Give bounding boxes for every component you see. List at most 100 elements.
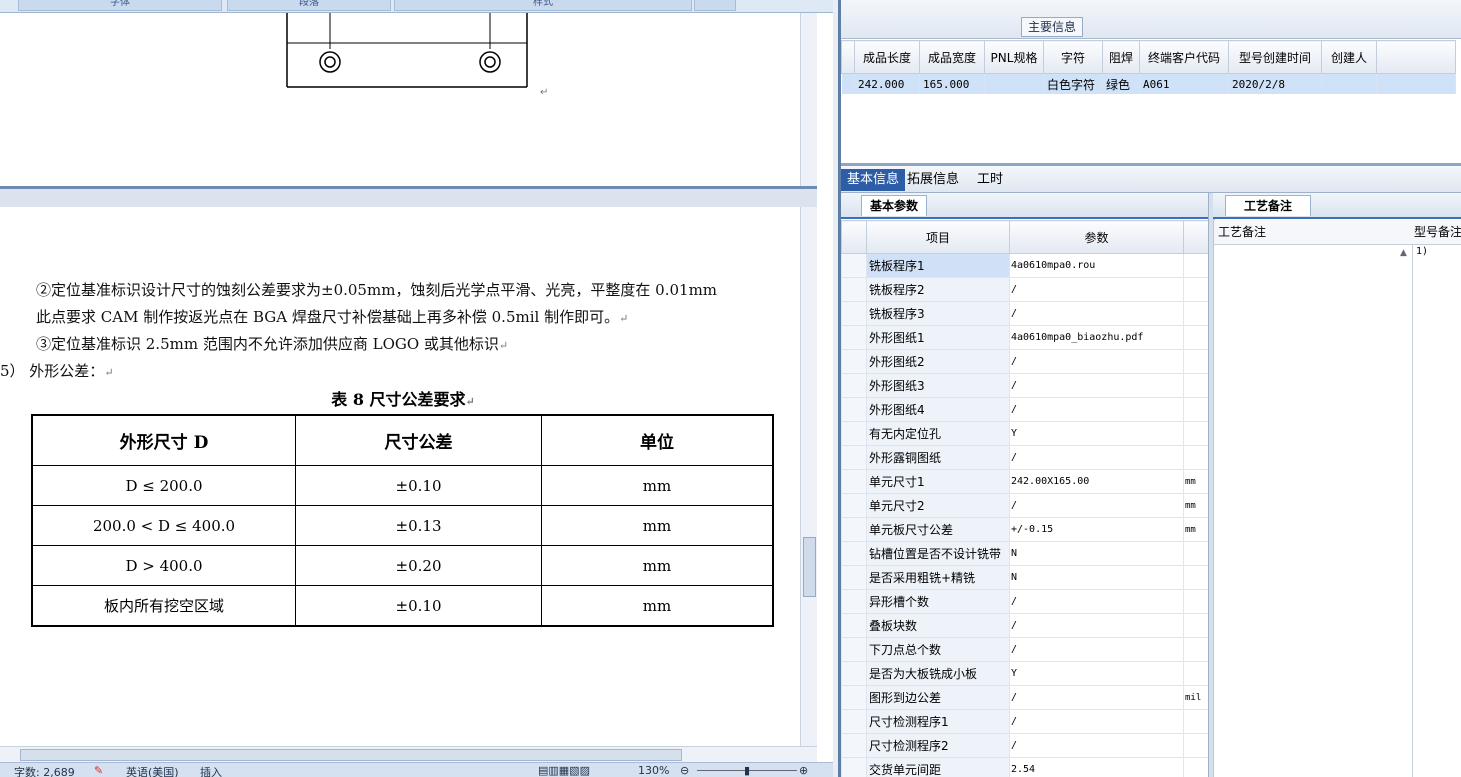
- zoom-level[interactable]: 130%: [638, 764, 669, 777]
- zoom-in-icon[interactable]: ⊕: [799, 764, 808, 777]
- param-row[interactable]: 外形露铜图纸 /: [841, 445, 1211, 470]
- cell-soldermask[interactable]: 绿色: [1102, 73, 1140, 94]
- param-row[interactable]: 铣板程序2/: [841, 277, 1211, 302]
- param-row[interactable]: 单元尺寸2/mm: [841, 493, 1211, 518]
- cell-create-time[interactable]: 2020/2/8: [1228, 73, 1322, 94]
- grid-row-selected[interactable]: 242.000 165.000 白色字符 绿色 A061 2020/2/8: [841, 73, 1456, 94]
- param-value[interactable]: /: [1009, 733, 1184, 758]
- proc-col-model-notes[interactable]: 型号备注: [1414, 220, 1461, 245]
- row-header[interactable]: [841, 325, 867, 350]
- row-header[interactable]: [841, 757, 867, 777]
- param-row[interactable]: 图形到边公差 / mil: [841, 685, 1211, 710]
- vertical-scrollbar-bottom[interactable]: [800, 207, 817, 746]
- view-buttons-icon[interactable]: ▤▥▦▧▨: [538, 764, 590, 777]
- row-header[interactable]: [841, 709, 867, 734]
- row-header[interactable]: [841, 277, 867, 302]
- param-row[interactable]: 下刀点总个数 /: [841, 637, 1211, 662]
- process-notes-tab[interactable]: 工艺备注: [1225, 195, 1312, 216]
- param-row[interactable]: 铣板程序3/: [841, 301, 1211, 326]
- row-header[interactable]: [841, 565, 867, 590]
- row-header[interactable]: [841, 397, 867, 422]
- col-width[interactable]: 成品宽度: [919, 40, 985, 74]
- cell-customer-code[interactable]: A061: [1139, 73, 1229, 94]
- param-row[interactable]: 尺寸检测程序2/: [841, 733, 1211, 758]
- param-row[interactable]: 外形图纸4/: [841, 397, 1211, 422]
- row-header[interactable]: [841, 733, 867, 758]
- param-value[interactable]: /: [1009, 301, 1184, 326]
- param-row[interactable]: 交货单元间距 2.54: [841, 757, 1211, 777]
- document-pane-top[interactable]: ↵: [0, 13, 817, 186]
- row-header[interactable]: [841, 445, 867, 470]
- param-value[interactable]: N: [1009, 541, 1184, 566]
- col-soldermask[interactable]: 阻焊: [1102, 40, 1140, 74]
- cell-creator[interactable]: [1321, 73, 1377, 94]
- param-value[interactable]: N: [1009, 565, 1184, 590]
- proc-value[interactable]: 1): [1416, 246, 1428, 257]
- scroll-up-icon[interactable]: ▲: [1400, 248, 1407, 258]
- param-value[interactable]: 4a0610mpa0_biaozhu.pdf: [1009, 325, 1184, 350]
- row-header[interactable]: [841, 349, 867, 374]
- row-header[interactable]: [841, 541, 867, 566]
- language-indicator[interactable]: 英语(美国): [126, 764, 179, 777]
- param-value[interactable]: /: [1009, 637, 1184, 662]
- tab-work-hours[interactable]: 工时: [971, 169, 1009, 191]
- col-pnl[interactable]: PNL规格: [984, 40, 1044, 74]
- param-value[interactable]: 4a0610mpa0.rou: [1009, 253, 1184, 278]
- row-header[interactable]: [841, 253, 867, 278]
- param-row[interactable]: 异形槽个数 /: [841, 589, 1211, 614]
- cell-pnl[interactable]: [984, 73, 1044, 94]
- param-value[interactable]: /: [1009, 493, 1184, 518]
- horizontal-scrollbar[interactable]: [0, 746, 817, 762]
- params-col-value[interactable]: 参数: [1009, 220, 1184, 254]
- row-header[interactable]: [841, 661, 867, 686]
- cell-legend[interactable]: 白色字符: [1043, 73, 1103, 94]
- param-row[interactable]: 铣板程序1 4a0610mpa0.rou: [841, 253, 1211, 278]
- row-header[interactable]: [841, 373, 867, 398]
- param-row[interactable]: 尺寸检测程序1/: [841, 709, 1211, 734]
- row-header[interactable]: [841, 685, 867, 710]
- scroll-thumb[interactable]: [803, 537, 816, 597]
- insert-mode[interactable]: 插入: [200, 764, 222, 777]
- param-row[interactable]: 单元板尺寸公差 +/-0.15 mm: [841, 517, 1211, 542]
- row-header[interactable]: [841, 613, 867, 638]
- param-value[interactable]: +/-0.15: [1009, 517, 1184, 542]
- ribbon-group-styles[interactable]: 样式: [394, 0, 692, 11]
- row-header[interactable]: [841, 517, 867, 542]
- col-create-time[interactable]: 型号创建时间: [1228, 40, 1322, 74]
- hscroll-thumb[interactable]: [20, 749, 682, 761]
- param-row[interactable]: 是否为大板铣成小板 Y: [841, 661, 1211, 686]
- process-notes-area[interactable]: 工艺备注 型号备注 ▲ 1): [1213, 220, 1461, 777]
- param-value[interactable]: /: [1009, 709, 1184, 734]
- row-header[interactable]: [841, 637, 867, 662]
- param-value[interactable]: /: [1009, 589, 1184, 614]
- param-value[interactable]: 242.00X165.00: [1009, 469, 1184, 494]
- param-row[interactable]: 外形图纸1 4a0610mpa0_biaozhu.pdf: [841, 325, 1211, 350]
- row-header[interactable]: [841, 493, 867, 518]
- vertical-scrollbar-top[interactable]: [800, 13, 817, 186]
- tab-extended-info[interactable]: 拓展信息: [901, 169, 965, 191]
- zoom-out-icon[interactable]: ⊖: [680, 764, 689, 777]
- param-value[interactable]: /: [1009, 397, 1184, 422]
- ribbon-group-paragraph[interactable]: 段落: [227, 0, 391, 11]
- basic-params-tab[interactable]: 基本参数: [861, 195, 928, 216]
- param-row[interactable]: 单元尺寸1 242.00X165.00 mm: [841, 469, 1211, 494]
- word-count[interactable]: 字数: 2,689: [14, 764, 75, 777]
- param-value[interactable]: /: [1009, 445, 1184, 470]
- col-customer-code[interactable]: 终端客户代码: [1139, 40, 1229, 74]
- param-row[interactable]: 外形图纸3/: [841, 373, 1211, 398]
- cell-width[interactable]: 165.000: [919, 73, 985, 94]
- row-header[interactable]: [841, 469, 867, 494]
- proc-col-notes[interactable]: 工艺备注: [1214, 220, 1415, 245]
- proofing-icon[interactable]: ✎: [94, 764, 103, 777]
- cell-length[interactable]: 242.000: [854, 73, 920, 94]
- ribbon-group-font[interactable]: 字体: [18, 0, 222, 11]
- col-creator[interactable]: 创建人: [1321, 40, 1377, 74]
- ribbon-group-editing[interactable]: [694, 0, 736, 11]
- row-header[interactable]: [841, 421, 867, 446]
- param-value[interactable]: /: [1009, 277, 1184, 302]
- zoom-thumb-icon[interactable]: ▮: [744, 764, 750, 777]
- param-row[interactable]: 外形图纸2/: [841, 349, 1211, 374]
- param-value[interactable]: /: [1009, 373, 1184, 398]
- param-value[interactable]: /: [1009, 613, 1184, 638]
- col-length[interactable]: 成品长度: [854, 40, 920, 74]
